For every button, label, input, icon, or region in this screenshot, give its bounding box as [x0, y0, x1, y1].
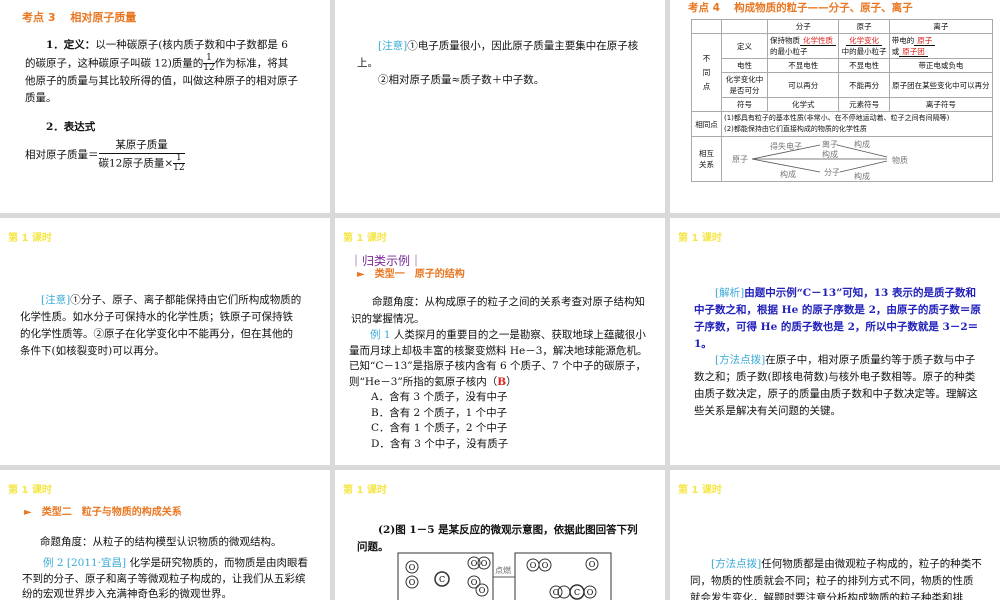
slide-particles: 考点 4 构成物质的粒子——分子、原子、离子 分子 原子 离子 不同点 定义 保持物质…	[670, 0, 1000, 213]
svg-text:O: O	[471, 559, 478, 568]
svg-text:O: O	[409, 578, 416, 587]
definition: 1．定义：以一种碳原子(核内质子数和中子数都是 6 的碳原子，这种碳原子叫碳 1…	[25, 39, 298, 104]
slide-analysis: 第 1 课时 [解析]由题中示例“C－13”可知，13 表示的是质子数和中子数之…	[670, 218, 1000, 465]
lesson-label: 第 1 课时	[8, 233, 52, 244]
question: (2)图 1－5 是某反应的微观示意图，依据此图回答下列问题。	[357, 524, 638, 553]
type-heading: ► 类型二 粒子与物质的构成关系	[24, 507, 182, 518]
expression-label: 2．表达式	[46, 121, 96, 133]
particles-table: 分子 原子 离子 不同点 定义 保持物质 化学性质 的最小粒子 化学变化 中的最小粒子 带电…	[691, 19, 994, 182]
svg-text:O: O	[542, 561, 549, 570]
svg-text:构成: 构成	[854, 139, 870, 149]
slide-example-2: 第 1 课时 ► 类型二 粒子与物质的构成关系 命题角度：从粒子的结构模型认识物…	[0, 470, 330, 600]
example-question: 例 1 人类探月的重要目的之一是勘察、获取地球上蕴藏很小量而月球上却极丰富的核聚…	[349, 329, 648, 388]
formula: 相对原子质量＝ 某原子质量 碳12原子质量× 1 12	[25, 139, 185, 173]
slide-title: 考点 3 相对原子质量	[22, 11, 137, 24]
reaction-diagram: 点燃 OO C OO OO OO OO CO	[397, 552, 612, 600]
svg-text:O: O	[530, 561, 537, 570]
svg-text:点燃: 点燃	[495, 565, 511, 575]
note: [注意]①分子、原子、离子都能保持由它们所构成物质的化学性质。如水分子可保持水的…	[20, 294, 302, 357]
lesson-label: 第 1 课时	[8, 485, 52, 496]
lesson-label: 第 1 课时	[343, 485, 387, 496]
svg-text:离子: 离子	[822, 139, 838, 149]
slide-note-2: 第 1 课时 [注意]①分子、原子、离子都能保持由它们所构成物质的化学性质。如水…	[0, 218, 330, 465]
analysis: [解析]由题中示例“C－13”可知，13 表示的是质子数和中子数之和，根据 He…	[694, 287, 981, 350]
example-question: 例 2 [2011·宜昌] 化学是研究物质的，而物质是由肉眼看不到的分子、原子和…	[22, 557, 308, 600]
svg-text:O: O	[479, 586, 486, 595]
lesson-label: 第 1 课时	[678, 233, 722, 244]
question-angle: 命题角度：从粒子的结构模型认识物质的微观结构。	[40, 536, 282, 548]
options: A．含有 3 个质子，没有中子 B．含有 2 个质子，1 个中子 C．含有 1 个质…	[371, 391, 509, 450]
slide-relative-atomic-mass: 考点 3 相对原子质量 1．定义：以一种碳原子(核内质子数和中子数都是 6 的碳…	[0, 0, 330, 213]
svg-text:原子: 原子	[732, 155, 748, 164]
svg-text:C: C	[574, 588, 580, 597]
relation-diagram: 原子 得失电子 离子 构成 构成 构成 分子 构成 物质	[732, 139, 908, 181]
method-tip: [方法点拨]任何物质都是由微观粒子构成的，粒子的种类不同，物质的性质就会不同；粒…	[690, 558, 982, 600]
note: [注意]①电子质量很小，因此原子质量主要集中在原子核上。 ②相对原子质量≈质子数…	[357, 40, 639, 86]
svg-text:C: C	[439, 575, 445, 584]
svg-text:构成: 构成	[780, 169, 796, 179]
svg-text:构成: 构成	[822, 149, 838, 159]
lesson-label: 第 1 课时	[343, 233, 387, 244]
svg-text:物质: 物质	[892, 155, 908, 165]
question-angle: 命题角度：从构成原子的粒子之间的关系考查对原子结构知识的掌握情况。	[351, 296, 645, 325]
svg-text:O: O	[589, 560, 596, 569]
svg-text:O: O	[553, 588, 560, 597]
svg-text:O: O	[471, 578, 478, 587]
svg-text:构成: 构成	[854, 171, 870, 181]
slide-reaction: 第 1 课时 (2)图 1－5 是某反应的微观示意图，依据此图回答下列问题。 点…	[335, 470, 665, 600]
svg-text:O: O	[409, 563, 416, 572]
slide-example-1: 第 1 课时 ｜归类示例｜ ► 类型一 原子的结构 命题角度：从构成原子的粒子之…	[335, 218, 665, 465]
svg-text:分子: 分子	[824, 168, 840, 177]
type-heading: ► 类型一 原子的结构	[357, 269, 465, 280]
svg-text:O: O	[481, 559, 488, 568]
slide-method-tip: 第 1 课时 [方法点拨]任何物质都是由微观粒子构成的，粒子的种类不同，物质的性…	[670, 470, 1000, 600]
svg-text:O: O	[587, 588, 594, 597]
lesson-label: 第 1 课时	[678, 485, 722, 496]
slide-title: 考点 4 构成物质的粒子——分子、原子、离子	[688, 2, 913, 14]
method-tip: [方法点拨]在原子中，相对原子质量约等于质子数与中子数之和；质子数(即核电荷数)…	[694, 354, 978, 417]
slide-note: [注意]①电子质量很小，因此原子质量主要集中在原子核上。 ②相对原子质量≈质子数…	[335, 0, 665, 213]
